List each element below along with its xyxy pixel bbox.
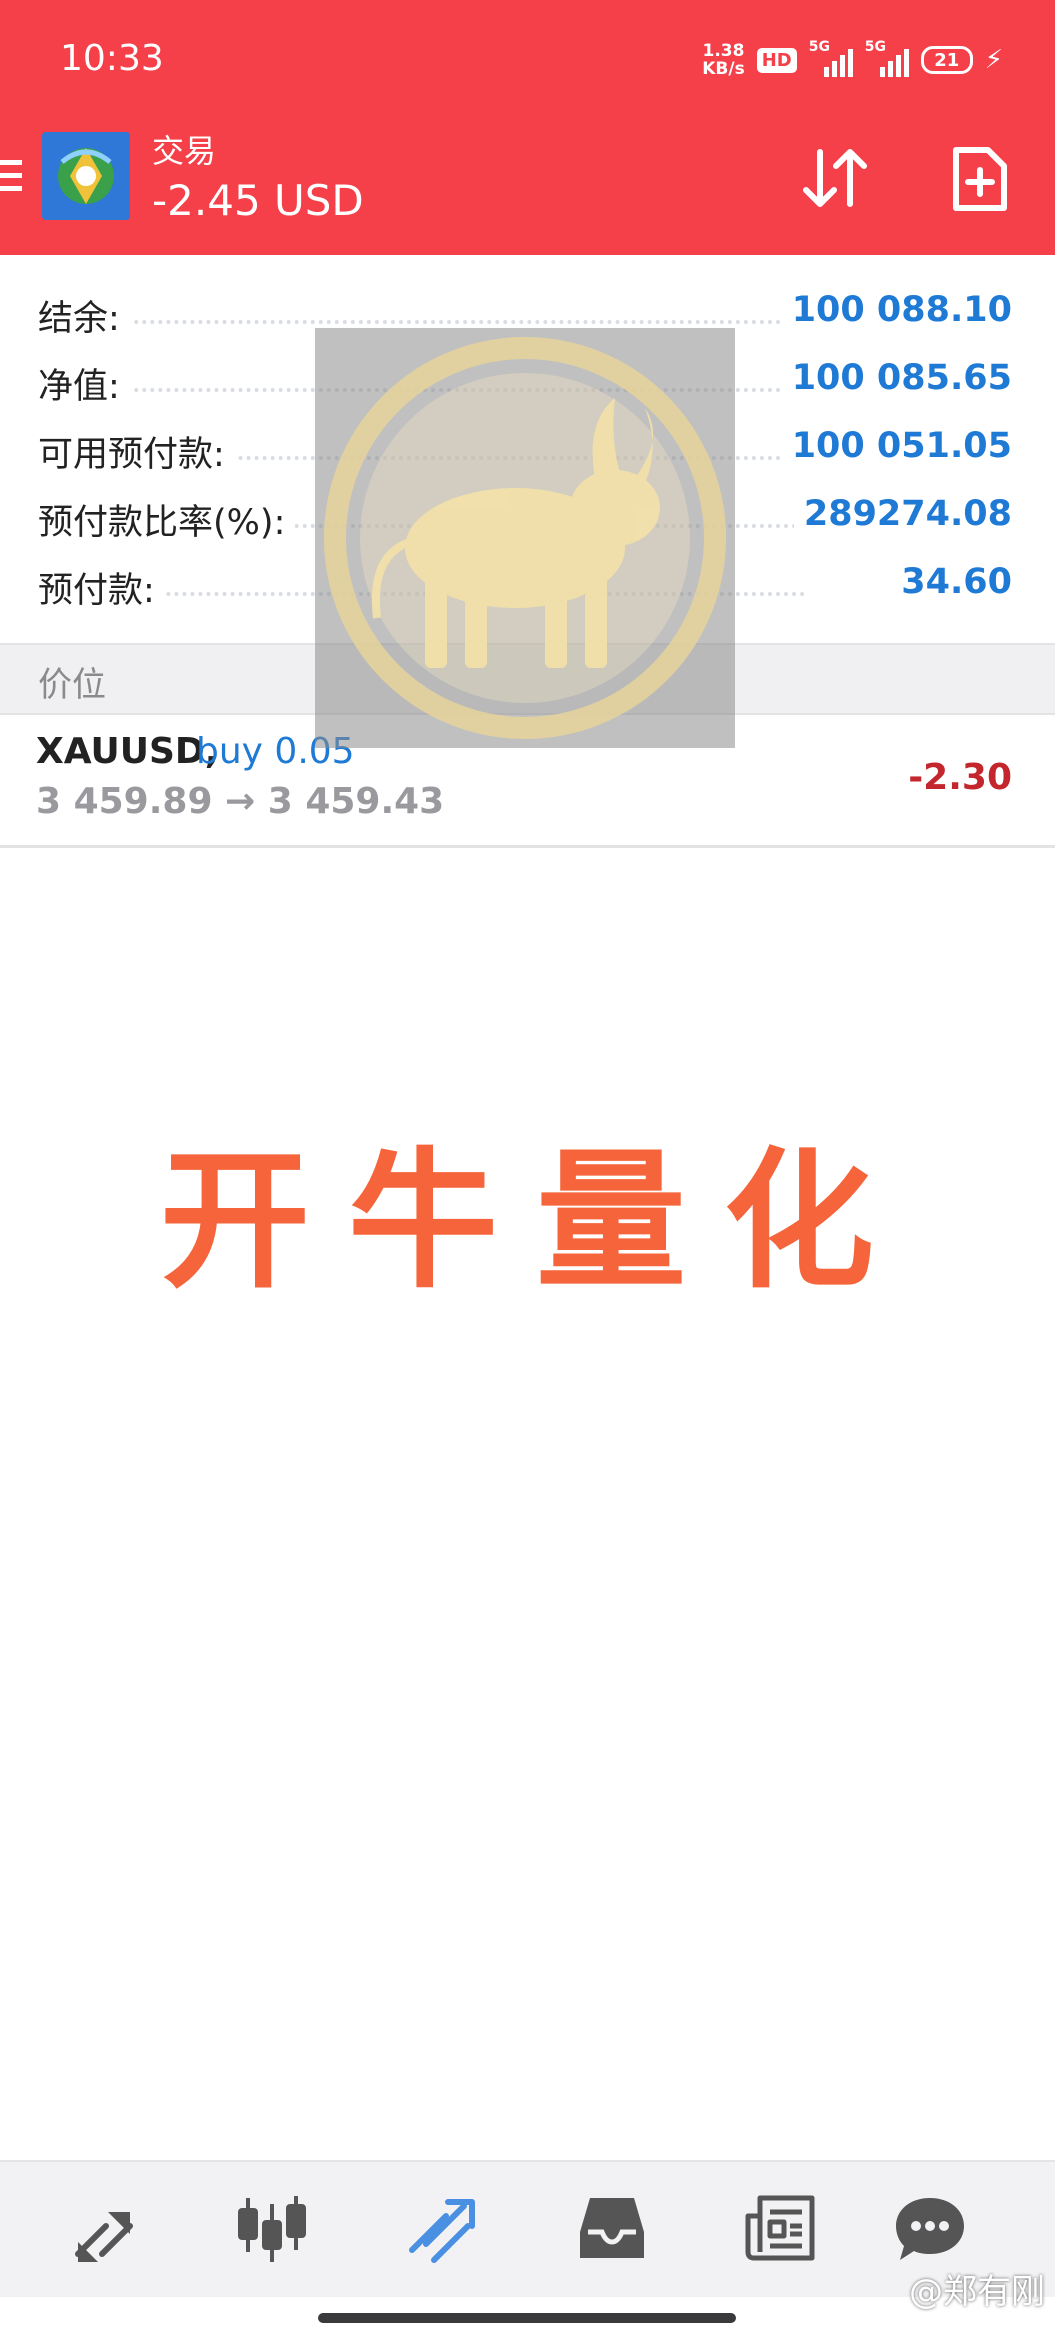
battery-icon: 21 [920, 46, 973, 74]
margin-level-label: 预付款比率(%): [38, 494, 296, 545]
position-profit: -2.30 [908, 757, 1012, 798]
hd-icon: HD [756, 47, 797, 73]
signal-icon: 5G [809, 39, 853, 77]
app-logo-icon [42, 132, 130, 220]
equity-value: 100 085.65 [781, 358, 1012, 398]
home-indicator[interactable] [318, 2313, 736, 2323]
bull-logo-watermark [315, 328, 735, 748]
menu-icon[interactable] [0, 160, 24, 198]
page-title: 交易 [152, 132, 217, 170]
section-label: 价位 [38, 665, 106, 705]
equity-label: 净值: [38, 358, 130, 409]
app-header: 10:33 1.38 KB/s HD 5G 5G 21 ⚡ 交易 -2.45 U [0, 0, 1055, 255]
margin-level-value: 289274.08 [793, 494, 1012, 534]
position-symbol: XAUUSD, [36, 731, 219, 772]
net-speed: 1.38 KB/s [702, 41, 745, 79]
margin-value: 34.60 [891, 562, 1012, 602]
margin-label: 预付款: [38, 562, 165, 613]
signature-watermark: @郑有刚 [909, 2272, 1045, 2312]
history-icon[interactable] [576, 2192, 648, 2264]
status-time: 10:33 [60, 38, 164, 79]
bottom-navigation [0, 2160, 1055, 2297]
trade-icon[interactable] [406, 2192, 478, 2264]
free-margin-label: 可用预付款: [38, 426, 235, 477]
news-icon[interactable] [744, 2192, 816, 2264]
balance-label: 结余: [38, 290, 130, 341]
free-margin-value: 100 051.05 [781, 426, 1012, 466]
total-profit: -2.45 USD [152, 176, 364, 225]
new-order-icon[interactable] [950, 144, 1010, 214]
status-icons: 1.38 KB/s HD 5G 5G 21 ⚡ [702, 34, 1003, 86]
sort-icon[interactable] [800, 146, 872, 210]
watermark-text: 开牛量化 [160, 1135, 913, 1309]
chart-icon[interactable] [236, 2192, 308, 2264]
balance-value: 100 088.10 [781, 290, 1012, 330]
chat-icon[interactable] [894, 2192, 966, 2264]
charging-icon: ⚡ [984, 45, 1003, 75]
position-prices: 3 459.89 → 3 459.43 [36, 781, 445, 822]
quotes-icon[interactable] [68, 2192, 140, 2264]
signal-icon: 5G [865, 39, 909, 77]
